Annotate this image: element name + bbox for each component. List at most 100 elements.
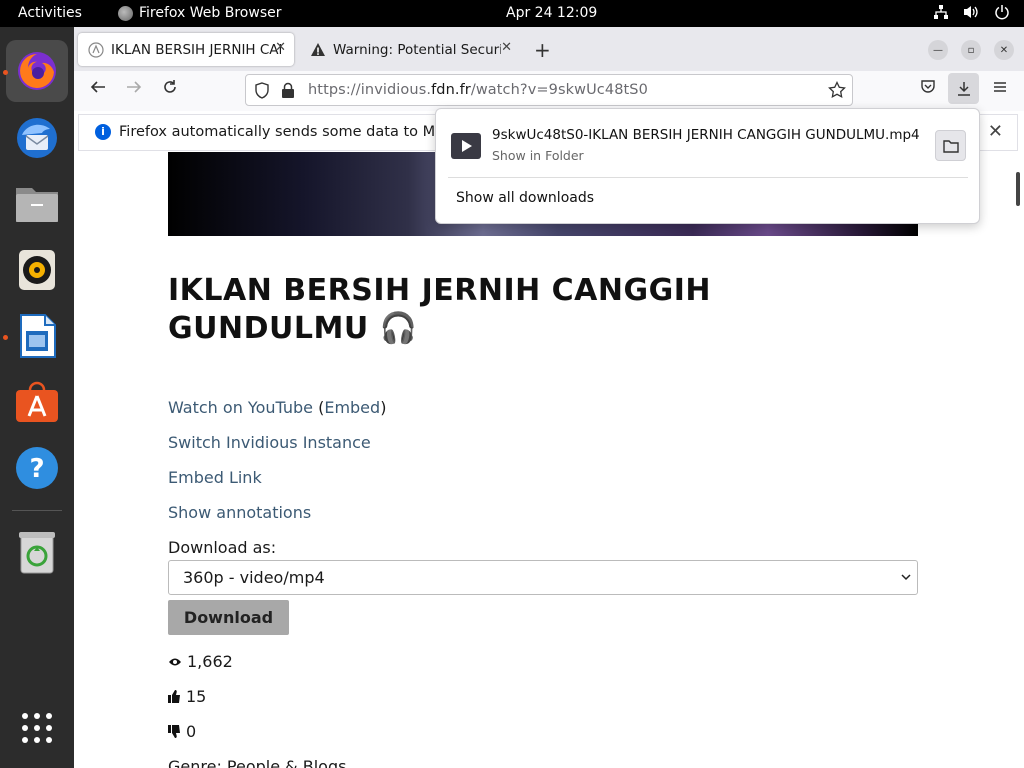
dock-thunderbird[interactable] — [6, 107, 68, 169]
network-icon[interactable] — [933, 4, 949, 24]
tab-title: Warning: Potential Security Risk Ahead — [333, 41, 501, 58]
thumbs-up-icon — [168, 690, 180, 703]
tab-iklan[interactable]: IKLAN BERSIH JERNIH CANGGIH GUNDULMU ✕ — [78, 33, 294, 66]
watch-on-youtube-link[interactable]: Watch on YouTube — [168, 398, 313, 417]
dock-show-applications[interactable] — [6, 697, 68, 759]
downloads-button[interactable] — [948, 73, 979, 104]
page-content: IKLAN BERSIH JERNIH CANGGIH GUNDULMU 🎧 W… — [74, 152, 1024, 768]
svg-text:?: ? — [29, 454, 44, 484]
dock-firefox[interactable] — [6, 40, 68, 102]
dock-rhythmbox[interactable] — [6, 239, 68, 301]
back-button[interactable] — [90, 79, 106, 100]
show-all-downloads-button[interactable]: Show all downloads — [456, 190, 594, 206]
forward-arrow-icon — [127, 81, 142, 93]
show-annotations-link[interactable]: Show annotations — [168, 503, 311, 522]
views-count: 1,662 — [187, 652, 233, 671]
youtube-links: Watch on YouTube (Embed) — [168, 398, 386, 417]
ubuntu-dock: ? — [0, 27, 74, 768]
folder-icon — [942, 139, 959, 153]
clock[interactable]: Apr 24 12:09 — [506, 5, 597, 21]
likes-row: 15 — [168, 687, 206, 706]
close-notification-icon[interactable]: ✕ — [988, 121, 1003, 142]
pocket-button[interactable] — [920, 79, 936, 100]
system-tray[interactable] — [933, 4, 1010, 24]
activities-button[interactable]: Activities — [18, 5, 82, 21]
dock-libreoffice-writer[interactable] — [6, 305, 68, 367]
download-arrow-icon — [957, 81, 970, 96]
download-button[interactable]: Download — [168, 600, 289, 635]
minimize-button[interactable]: — — [928, 40, 948, 60]
embed-link[interactable]: Embed — [324, 398, 380, 417]
writer-icon — [20, 314, 56, 358]
software-icon — [16, 381, 58, 422]
info-icon: i — [95, 124, 111, 140]
open-folder-button[interactable] — [935, 130, 966, 161]
show-in-folder-label: Show in Folder — [492, 148, 584, 163]
firefox-mini-icon — [118, 5, 133, 21]
gnome-top-bar: Activities Firefox Web Browser Apr 24 12… — [0, 0, 1024, 27]
views-row: 1,662 — [168, 652, 233, 671]
thunderbird-icon — [17, 118, 57, 158]
thumbs-down-icon — [168, 725, 180, 738]
likes-count: 15 — [186, 687, 207, 706]
dock-help[interactable]: ? — [6, 437, 68, 499]
back-arrow-icon — [90, 81, 105, 93]
quality-select-value: 360p - video/mp4 — [183, 568, 325, 587]
dislikes-count: 0 — [186, 722, 197, 741]
download-as-label: Download as: — [168, 538, 277, 557]
tracking-shield-icon[interactable] — [254, 82, 270, 103]
video-title: IKLAN BERSIH JERNIH CANGGIH GUNDULMU 🎧 — [168, 272, 808, 348]
url-text[interactable]: https://invidious.fdn.fr/watch?v=9skwUc4… — [308, 82, 648, 98]
video-file-icon — [451, 133, 481, 159]
reload-icon — [164, 80, 176, 93]
tab-bar: IKLAN BERSIH JERNIH CANGGIH GUNDULMU ✕ W… — [74, 27, 1024, 71]
new-tab-button[interactable]: + — [534, 38, 551, 62]
trash-icon — [19, 532, 55, 574]
power-icon[interactable] — [994, 4, 1010, 24]
close-window-button[interactable]: ✕ — [994, 40, 1014, 60]
invidious-favicon-icon — [88, 41, 104, 58]
firefox-icon — [18, 52, 56, 90]
lock-icon[interactable] — [280, 82, 296, 103]
dock-files[interactable] — [6, 173, 68, 235]
app-menu-label: Firefox Web Browser — [139, 5, 282, 21]
download-file-name[interactable]: 9skwUc48tS0-IKLAN BERSIH JERNIH CANGGIH … — [492, 127, 920, 143]
panel-divider — [448, 177, 968, 178]
close-tab-icon[interactable]: ✕ — [501, 40, 512, 55]
files-icon — [16, 188, 58, 222]
genre-text: Genre: People & Blogs — [168, 757, 347, 768]
app-grid-icon — [22, 713, 52, 743]
dock-separator — [12, 510, 62, 511]
forward-button[interactable] — [126, 79, 142, 100]
video-title-text: IKLAN BERSIH JERNIH CANGGIH GUNDULMU — [168, 273, 712, 346]
headphones-icon: 🎧 — [379, 311, 418, 346]
close-tab-icon[interactable]: ✕ — [275, 40, 286, 55]
help-icon: ? — [16, 447, 58, 489]
dock-ubuntu-software[interactable] — [6, 371, 68, 433]
maximize-button[interactable]: ▫ — [961, 40, 981, 60]
running-indicator — [3, 70, 8, 75]
hamburger-icon — [994, 82, 1006, 92]
downloads-panel: 9skwUc48tS0-IKLAN BERSIH JERNIH CANGGIH … — [435, 108, 980, 224]
chevron-down-icon — [901, 561, 911, 607]
volume-icon[interactable] — [963, 4, 980, 24]
embed-link-link[interactable]: Embed Link — [168, 468, 262, 487]
warning-icon — [311, 42, 325, 56]
embed-paren-close: ) — [380, 398, 387, 417]
dislikes-row: 0 — [168, 722, 196, 741]
switch-instance-link[interactable]: Switch Invidious Instance — [168, 433, 371, 452]
dock-trash[interactable] — [6, 521, 68, 583]
tab-security-warning[interactable]: Warning: Potential Security Risk Ahead ✕ — [300, 33, 520, 66]
app-menu-button[interactable] — [992, 79, 1008, 100]
rhythmbox-icon — [19, 250, 55, 290]
reload-button[interactable] — [162, 79, 178, 100]
tab-title: IKLAN BERSIH JERNIH CANGGIH GUNDULMU — [111, 41, 281, 58]
nav-bar: https://invidious.fdn.fr/watch?v=9skwUc4… — [74, 71, 1024, 111]
app-menu[interactable]: Firefox Web Browser — [118, 5, 282, 21]
quality-select[interactable]: 360p - video/mp4 — [168, 560, 918, 595]
bookmark-star-icon[interactable] — [828, 80, 846, 103]
pocket-icon — [921, 80, 935, 93]
eye-icon — [169, 658, 181, 665]
url-bar[interactable]: https://invidious.fdn.fr/watch?v=9skwUc4… — [245, 74, 853, 106]
page-scrollbar-thumb[interactable] — [1016, 172, 1020, 206]
